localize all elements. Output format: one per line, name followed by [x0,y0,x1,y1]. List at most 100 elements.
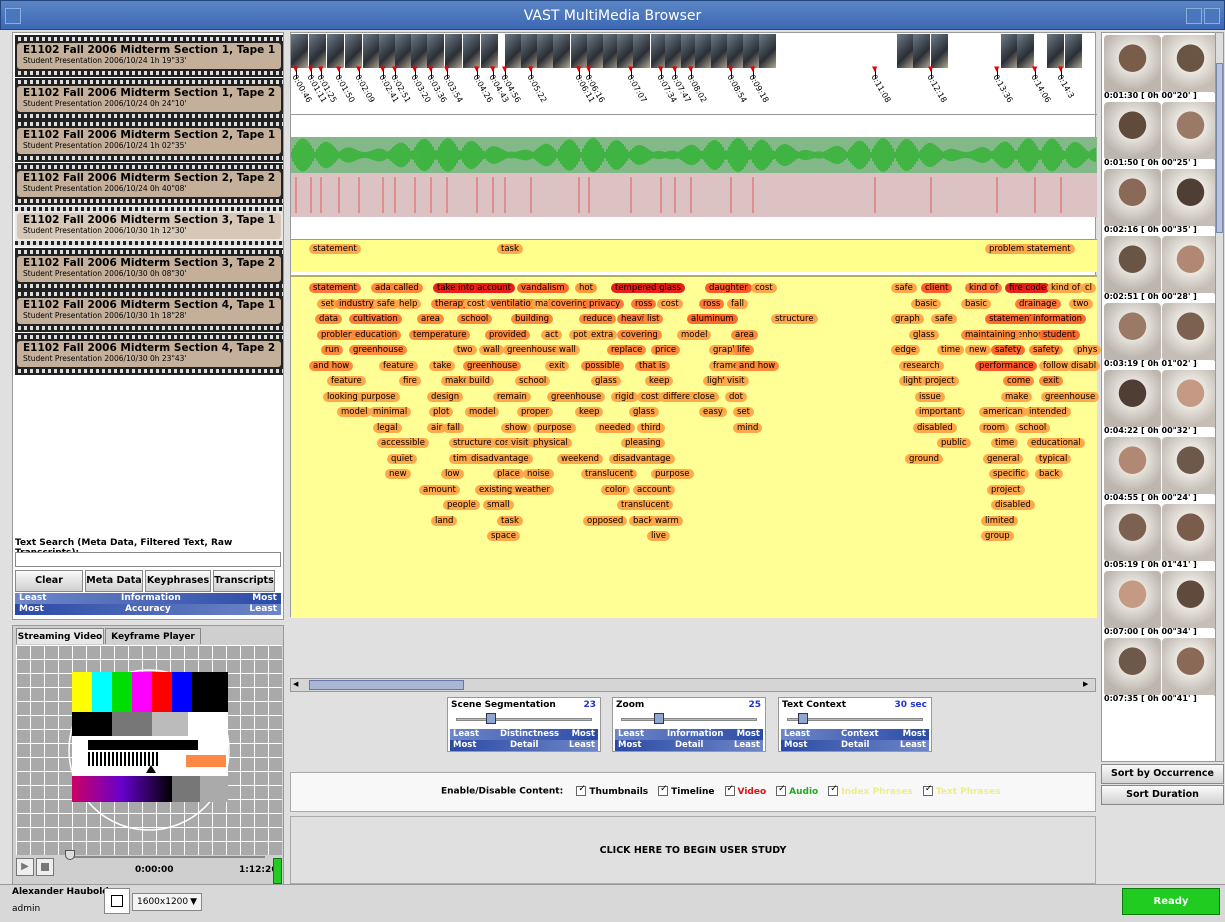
index-phrases-track[interactable]: statement task problem statement [291,239,1097,272]
seek-track[interactable] [69,856,265,858]
minimize-button[interactable] [1186,8,1202,24]
text-phrase[interactable]: performance [975,360,1038,371]
text-phrase[interactable]: general [983,453,1024,464]
keyframe-thumbnail[interactable] [553,34,570,68]
text-phrase[interactable]: school [1015,422,1051,433]
text-phrase[interactable]: daughter [705,283,752,293]
text-phrase[interactable]: cl [1081,283,1097,293]
keyframe-thumbnail[interactable] [1017,34,1034,68]
text-phrase[interactable]: possible [581,360,624,371]
text-phrase[interactable]: show [501,422,531,433]
text-phrase[interactable]: visit [723,376,749,386]
keyframe-thumbnail[interactable] [395,34,412,68]
text-phrase[interactable]: amount [419,484,460,495]
text-phrase[interactable]: building [511,314,554,324]
video-list-item[interactable]: E1102 Fall 2006 Midterm Section 4, Tape … [15,332,283,375]
text-phrase[interactable]: quiet [387,453,417,464]
text-phrase[interactable]: feature [327,376,366,386]
text-phrase[interactable]: purpose [533,422,576,433]
text-phrase[interactable]: fire code [1005,283,1051,293]
speaker-thumbnail[interactable] [1162,370,1219,428]
text-phrase[interactable]: provided [485,329,531,340]
text-phrase[interactable]: rigid [611,391,639,402]
text-phrase[interactable]: covering [617,329,662,340]
text-phrase[interactable]: two [453,345,477,355]
scroll-right-icon[interactable]: ▶ [1083,680,1093,690]
text-phrase[interactable]: close [689,391,719,402]
keyframe-thumbnail[interactable] [617,34,634,68]
speaker-thumbnail[interactable] [1104,236,1161,294]
keyframe-thumbnail[interactable] [379,34,396,68]
text-phrase[interactable]: fall [727,298,748,309]
speaker-thumbnail[interactable] [1104,638,1161,696]
speaker-thumbnail[interactable] [1162,35,1219,93]
text-phrase[interactable]: fall [443,422,464,433]
text-phrases-track[interactable]: statement ada called take into account vand… [291,275,1102,618]
speaker-thumbnail[interactable] [1104,102,1161,160]
text-phrase[interactable]: project [987,484,1025,495]
text-phrase[interactable]: cost [657,298,683,309]
keyframe-thumbnail[interactable] [727,34,744,68]
speaker-thumbnail[interactable] [1162,102,1219,160]
speaker-thumbnail[interactable] [1104,303,1161,361]
text-phrase[interactable]: public [937,438,971,448]
keyframe-thumbnail[interactable] [759,34,776,68]
video-list-item[interactable]: E1102 Fall 2006 Midterm Section 3, Tape … [15,205,283,247]
text-phrase[interactable]: build [465,376,494,386]
thumbnail-scroll-thumb[interactable] [1216,63,1223,233]
text-phrase[interactable]: mind [733,422,763,433]
keyframe-thumbnail[interactable] [913,34,930,68]
content-toggle-timeline[interactable]: Timeline [658,784,715,797]
text-phrase[interactable]: task [497,515,523,526]
sort-duration-button[interactable]: Sort Duration [1101,785,1224,805]
keyframe-thumbnail[interactable] [571,34,588,68]
text-phrase[interactable]: proper [517,407,554,417]
text-phrase[interactable]: live [647,531,670,541]
text-phrase[interactable]: maintaining [961,329,1020,340]
text-phrase[interactable]: safety [1029,345,1064,355]
text-phrase[interactable]: issue [915,391,945,402]
text-phrase[interactable]: feature [379,360,418,371]
speaker-thumbnail[interactable] [1104,504,1161,562]
text-phrase[interactable]: take into account [433,283,515,293]
text-phrase[interactable]: low [441,469,464,479]
video-list-item[interactable]: E1102 Fall 2006 Midterm Section 2, Tape … [15,162,283,205]
text-phrase[interactable]: act [541,329,563,340]
text-phrase[interactable]: basic [911,298,942,309]
text-phrase[interactable]: glass [629,407,659,417]
text-phrase[interactable]: minimal [369,407,412,417]
text-phrase[interactable]: information [1029,314,1087,324]
text-phrase[interactable]: structure [449,438,496,448]
text-phrase[interactable]: pleasing [621,438,665,448]
text-phrase[interactable]: remain [493,391,531,402]
keyframe-thumbnail[interactable] [521,34,538,68]
keyframe-thumbnail[interactable] [633,34,650,68]
text-phrase[interactable]: greenhouse [503,345,562,355]
transcripts-button[interactable]: Transcripts [213,570,275,592]
speaker-thumbnail[interactable] [1162,638,1219,696]
speaker-thumbnail[interactable] [1104,370,1161,428]
keyframe-thumbnail[interactable] [505,34,522,68]
text-phrase[interactable]: reduce [579,314,617,324]
zoom-thumb[interactable] [654,713,665,724]
text-phrase[interactable]: structure [771,314,818,324]
content-toggle-video[interactable]: Video [724,784,766,797]
text-phrase[interactable]: color [601,484,630,495]
text-phrase[interactable]: small [483,500,514,510]
text-phrase[interactable]: vandalism [517,283,569,293]
keyframe-thumbnail[interactable] [931,34,948,68]
text-phrase[interactable]: new [965,345,991,355]
text-phrase[interactable]: people [443,500,480,510]
text-phrase[interactable]: physical [529,438,572,448]
text-phrase[interactable]: wall [479,345,504,355]
text-phrase[interactable]: greenhouse [1041,391,1100,402]
text-phrase[interactable]: student [1039,329,1080,340]
text-phrase[interactable]: privacy [585,298,625,309]
text-phrase[interactable]: dot [725,391,747,402]
keyframe-thumbnail[interactable] [711,34,728,68]
text-phrase[interactable]: easy [699,407,727,417]
text-phrase[interactable]: weekend [557,453,604,464]
text-phrase[interactable]: edge [891,345,921,355]
keyframe-thumbnail[interactable] [445,34,462,68]
text-phrase[interactable]: and how [309,360,354,371]
